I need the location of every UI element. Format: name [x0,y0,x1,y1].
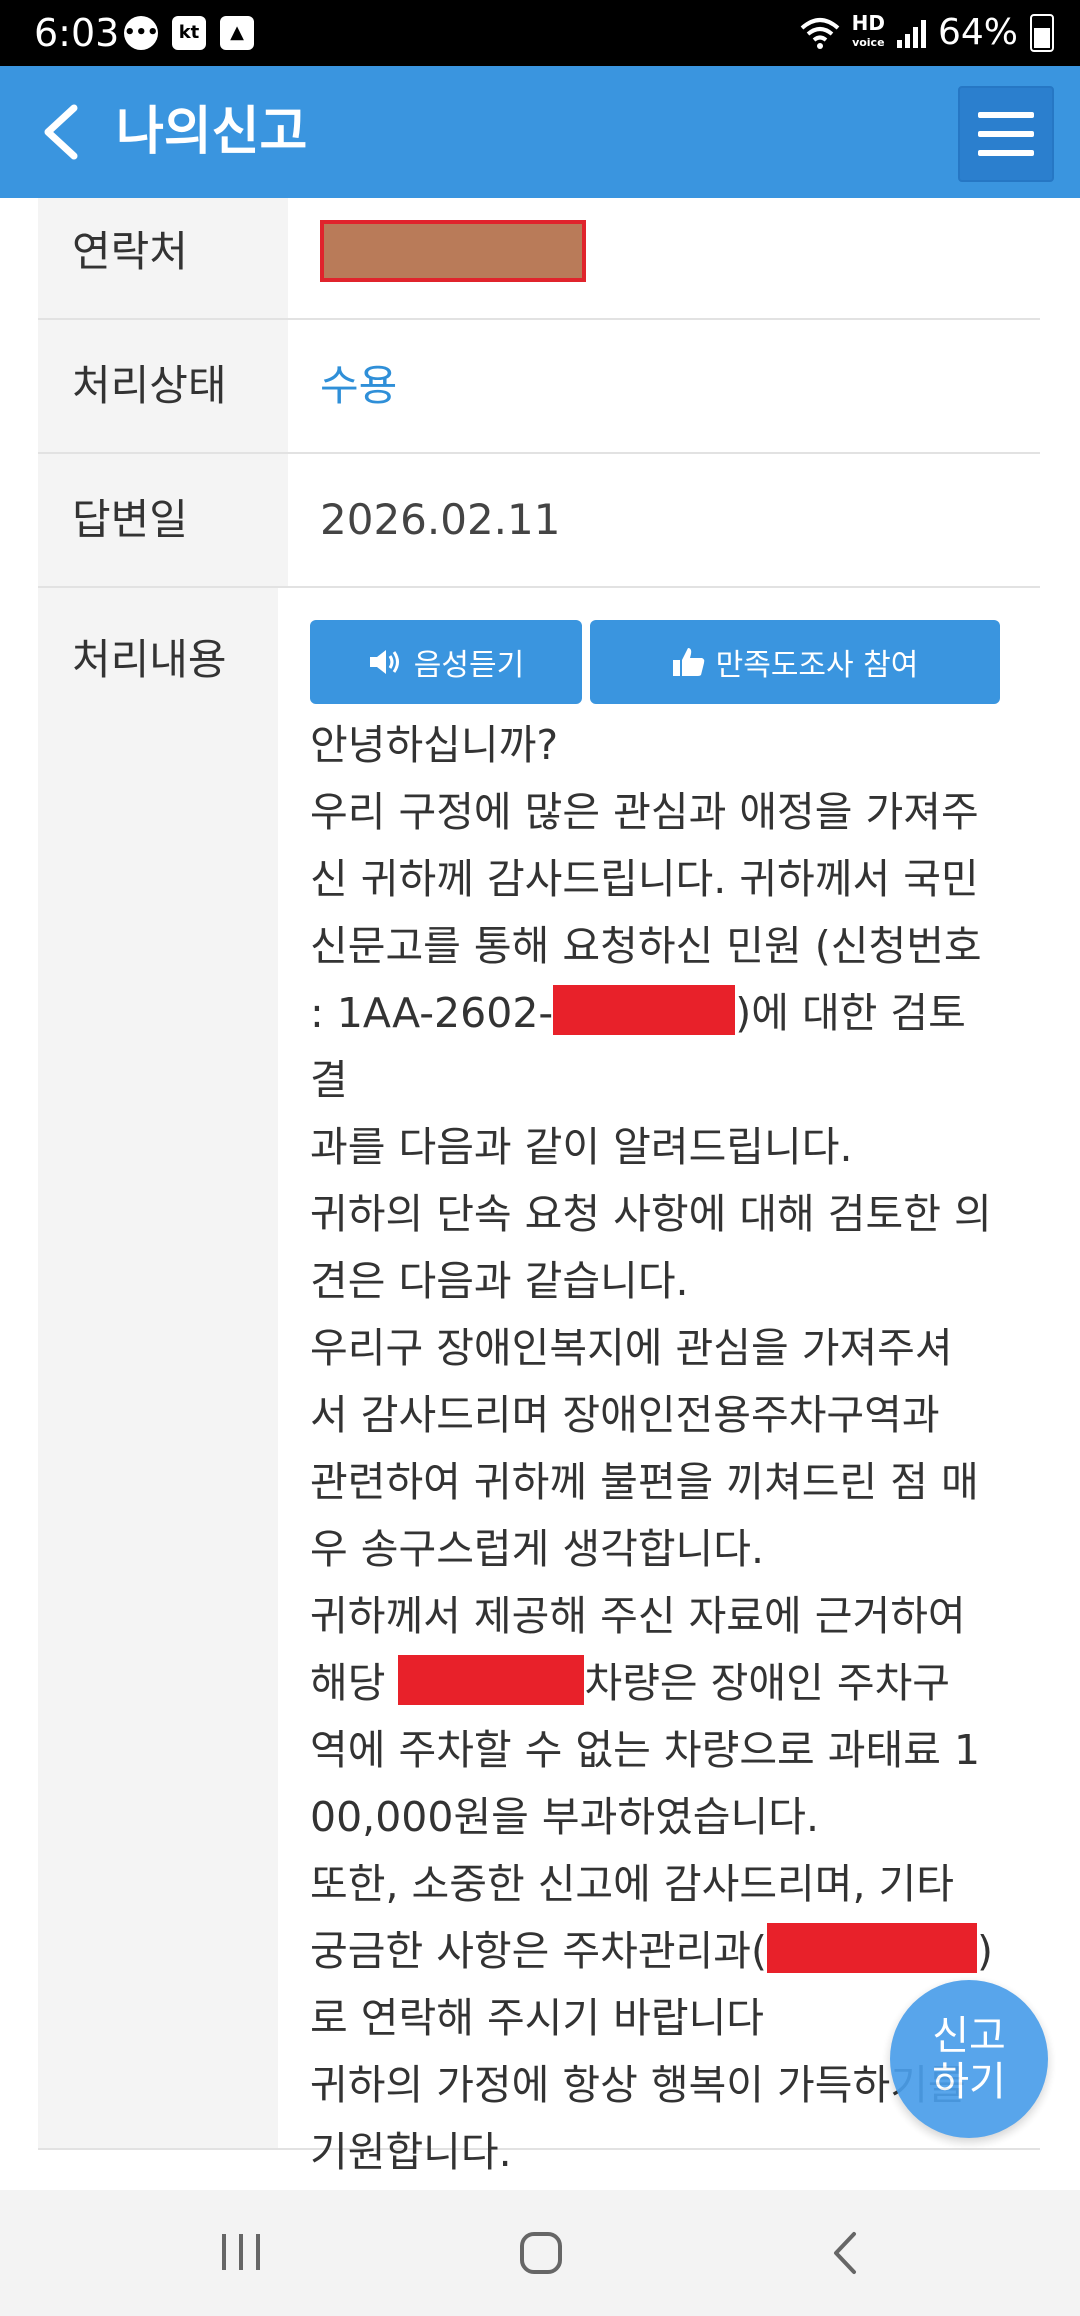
signal-icon [896,18,926,48]
survey-button[interactable]: 만족도조사 참여 [590,620,1000,704]
app-header: 나의신고 [0,66,1080,198]
notification-icons: ••• kt ▲ [124,16,254,50]
redacted-application-number [553,985,736,1035]
back-nav-icon[interactable] [826,2230,866,2276]
kt-icon: kt [172,16,206,50]
status-value: 수용 [320,361,398,410]
back-button[interactable] [36,94,96,170]
listen-audio-button[interactable]: 음성듣기 [310,620,582,704]
row-answer-date: 답변일 2026.02.11 [38,454,1040,588]
answer-date-label: 답변일 [38,454,288,586]
survey-label: 만족도조사 참여 [715,648,919,683]
redacted-phone-number [766,1923,977,1973]
listen-audio-label: 음성듣기 [413,648,525,683]
image-icon: ▲ [220,16,254,50]
speaker-icon [369,650,399,674]
system-nav-bar [0,2190,1080,2316]
hamburger-icon [978,112,1034,118]
chat-bubble-icon: ••• [124,16,159,50]
content-value: 음성듣기 만족도조사 참여 안녕하십니까? 우리 구정에 많은 관심과 애정을 … [278,588,1040,2176]
report-detail-table: 연락처 처리상태 수용 답변일 2026.02.11 처리내용 음성듣기 만족도… [38,198,1040,2176]
menu-button[interactable] [958,86,1054,182]
battery-percent: 64% [937,12,1018,53]
page-title: 나의신고 [116,102,308,162]
contact-label: 연락처 [38,198,288,318]
row-contact: 연락처 [38,198,1040,320]
fab-line2: 하기 [932,2059,1006,2105]
battery-icon [1030,14,1054,52]
chevron-left-icon [44,104,78,160]
content-label: 처리내용 [38,588,278,2148]
response-body: 안녕하십니까? 우리 구정에 많은 관심과 애정을 가져주 신 귀하께 감사드립… [310,721,993,2176]
thumbs-up-icon [672,648,704,676]
answer-date-value: 2026.02.11 [320,495,561,544]
recent-apps-icon[interactable] [216,2230,266,2274]
row-content: 처리내용 음성듣기 만족도조사 참여 안녕하십니까? 우리 구정에 많은 관심과… [38,588,1040,2176]
status-time: 6:03 [34,11,120,55]
content-buttons: 음성듣기 만족도조사 참여 [310,620,1010,704]
row-status: 처리상태 수용 [38,320,1040,454]
redacted-contact [320,220,586,282]
home-icon[interactable] [518,2230,564,2276]
hd-voice-icon: HD voice [851,11,885,49]
status-right: HD voice 64% [800,10,1054,56]
report-fab-button[interactable]: 신고 하기 [890,1980,1048,2138]
redacted-vehicle-number [398,1655,585,1705]
contact-value [288,198,1040,318]
wifi-icon [800,18,839,49]
status-label: 처리상태 [38,320,288,452]
status-bar: 6:03 ••• kt ▲ HD voice 64% [0,0,1080,66]
fab-line1: 신고 [932,2013,1006,2059]
